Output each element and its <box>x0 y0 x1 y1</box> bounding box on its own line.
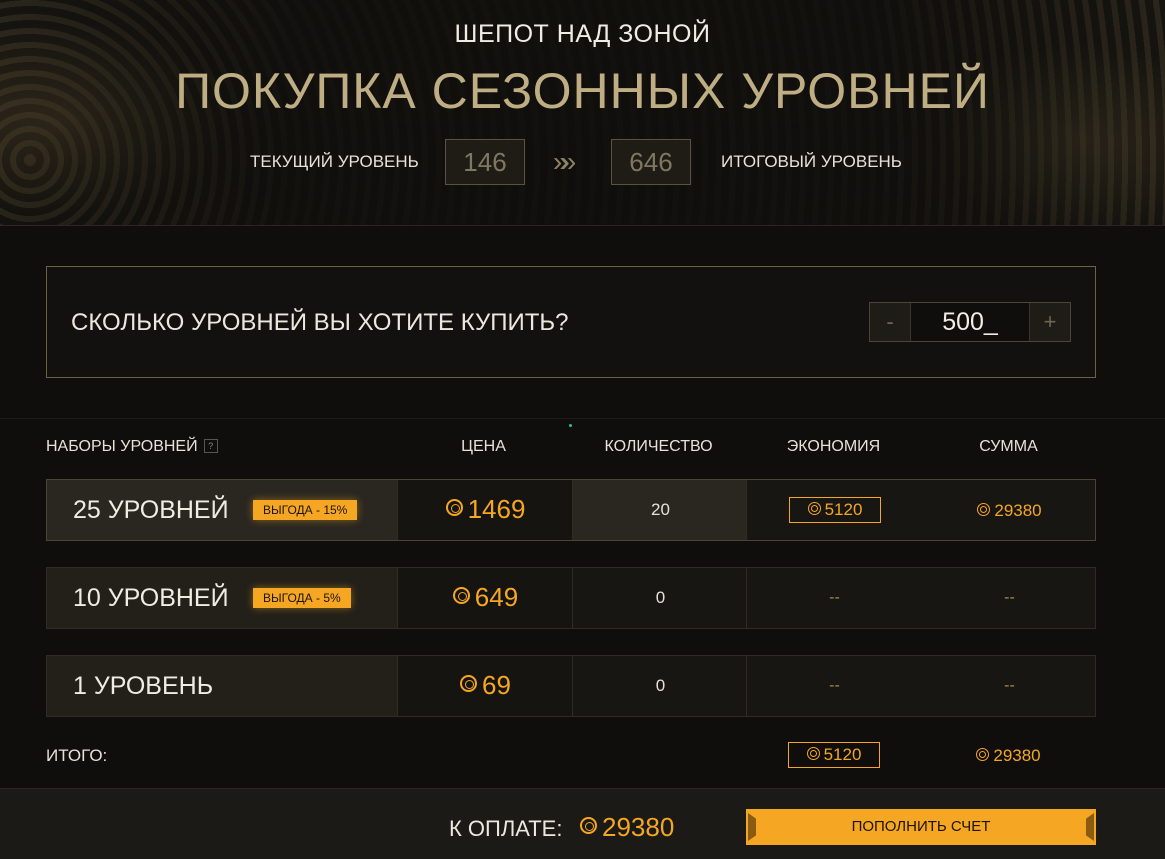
sum-value: -- <box>1004 677 1015 694</box>
col-header-bundles: НАБОРЫ УРОВНЕЙ? <box>46 438 218 456</box>
savings-value: -- <box>829 677 840 694</box>
col-header-quantity: КОЛИЧЕСТВО <box>604 438 713 455</box>
sc-coin-icon <box>580 817 597 834</box>
quantity-input[interactable]: 500_ <box>910 303 1030 341</box>
quantity-cell: 0 <box>572 656 747 716</box>
col-header-price: ЦЕНА <box>461 438 506 455</box>
col-header-bundles-label: НАБОРЫ УРОВНЕЙ <box>46 438 198 455</box>
total-sum: 29380 <box>921 746 1096 766</box>
pay-amount: 29380 <box>580 812 674 843</box>
bundle-name: 1 УРОВЕНЬ <box>73 672 214 700</box>
decrement-button[interactable]: - <box>870 303 910 341</box>
total-savings-value: 5120 <box>823 745 862 764</box>
quantity-value: 0 <box>655 588 666 607</box>
price-value: 1469 <box>467 494 526 524</box>
price-cell: 1469 <box>397 480 572 540</box>
quantity-question: СКОЛЬКО УРОВНЕЙ ВЫ ХОТИТЕ КУПИТЬ? <box>71 309 569 336</box>
event-name: ШЕПОТ НАД ЗОНОЙ <box>454 20 711 48</box>
price-value: 649 <box>474 582 519 612</box>
price-value: 69 <box>482 670 511 700</box>
page-title: ПОКУПКА СЕЗОННЫХ УРОВНЕЙ <box>175 63 990 119</box>
sc-coin-icon <box>977 503 991 516</box>
sc-coin-icon <box>807 502 821 515</box>
bundle-name-cell: 10 УРОВНЕЙ ВЫГОДА - 5% <box>47 568 397 628</box>
help-icon[interactable]: ? <box>203 439 218 453</box>
total-sum-value: 29380 <box>993 746 1041 765</box>
header-banner: ШЕПОТ НАД ЗОНОЙ ПОКУПКА СЕЗОННЫХ УРОВНЕЙ… <box>0 0 1165 226</box>
quantity-cell: 20 <box>572 480 747 540</box>
current-level-label: ТЕКУЩИЙ УРОВЕНЬ <box>250 152 419 171</box>
col-header-savings: ЭКОНОМИЯ <box>786 438 881 455</box>
sum-value: 29380 <box>994 501 1042 520</box>
savings-box: 5120 <box>789 497 881 523</box>
savings-value: 5120 <box>824 500 863 519</box>
bundle-name: 10 УРОВНЕЙ <box>73 584 229 612</box>
discount-badge: ВЫГОДА - 15% <box>253 500 358 520</box>
indicator-dot <box>569 424 572 427</box>
discount-badge: ВЫГОДА - 5% <box>253 588 351 608</box>
price-cell: 69 <box>397 656 572 716</box>
sc-coin-icon <box>445 499 463 516</box>
quantity-value: 20 <box>651 500 670 519</box>
current-level-value: 146 <box>445 139 525 185</box>
double-chevron-right-icon: »» <box>553 146 576 177</box>
sc-coin-icon <box>806 747 820 760</box>
bundle-name-cell: 25 УРОВНЕЙ ВЫГОДА - 15% <box>47 480 397 540</box>
target-level-value: 646 <box>611 139 691 185</box>
quantity-cell: 0 <box>572 568 747 628</box>
target-level-label: ИТОГОВЫЙ УРОВЕНЬ <box>721 152 902 171</box>
quantity-value: 0 <box>655 676 666 695</box>
bundle-name-cell: 1 УРОВЕНЬ <box>47 656 397 716</box>
pay-amount-value: 29380 <box>602 812 675 842</box>
sc-coin-icon <box>976 748 990 761</box>
total-label: ИТОГО: <box>46 746 108 765</box>
sc-coin-icon <box>452 587 470 604</box>
table-row[interactable]: 1 УРОВЕНЬ 69 0 -- -- <box>46 655 1096 717</box>
quantity-stepper[interactable]: - 500_ + <box>869 302 1071 342</box>
total-savings-box: 5120 <box>788 742 880 768</box>
col-header-sum: СУММА <box>979 438 1038 455</box>
sum-cell: 29380 <box>922 501 1097 521</box>
savings-value: -- <box>829 589 840 606</box>
increment-button[interactable]: + <box>1030 303 1070 341</box>
topup-button[interactable]: ПОПОЛНИТЬ СЧЕТ <box>746 809 1096 845</box>
pay-label: К ОПЛАТЕ: <box>449 816 563 841</box>
quantity-panel: СКОЛЬКО УРОВНЕЙ ВЫ ХОТИТЕ КУПИТЬ? - 500_… <box>46 266 1096 378</box>
sum-value: -- <box>1004 589 1015 606</box>
sc-coin-icon <box>460 675 478 692</box>
price-cell: 649 <box>397 568 572 628</box>
bundle-name: 25 УРОВНЕЙ <box>73 496 229 524</box>
table-row[interactable]: 10 УРОВНЕЙ ВЫГОДА - 5% 649 0 -- -- <box>46 567 1096 629</box>
table-row[interactable]: 25 УРОВНЕЙ ВЫГОДА - 15% 1469 20 5120 293… <box>46 479 1096 541</box>
